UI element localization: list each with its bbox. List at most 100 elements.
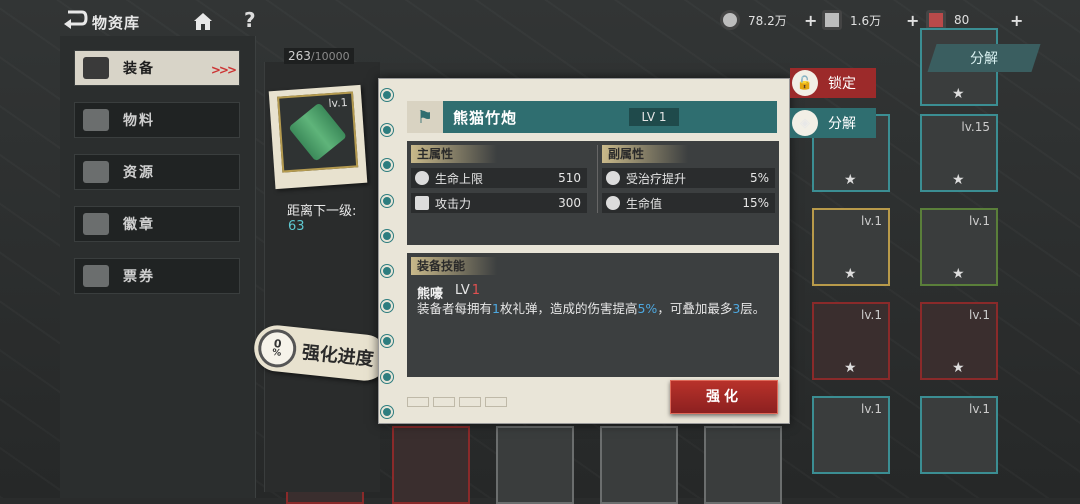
skill-name: 熊嚎: [417, 287, 444, 302]
sidebar-item-label: 徽章: [123, 217, 155, 233]
progress-label: 强化进度: [300, 342, 375, 371]
sidebar-item-tickets[interactable]: 票券: [74, 258, 240, 294]
inventory-count-value: 263: [288, 49, 311, 63]
help-button[interactable]: ?: [244, 8, 256, 32]
attr-value: 510: [558, 171, 581, 185]
card-level: lv.1: [969, 214, 990, 228]
sidebar-item-badges[interactable]: 徽章: [74, 206, 240, 242]
sidebar-item-label: 资源: [123, 165, 155, 181]
attr-name: 生命上限: [435, 171, 484, 186]
inventory-count: 263/10000: [284, 48, 354, 64]
attr-value: 5%: [749, 171, 769, 185]
currency-coin: 78.2万 +: [720, 8, 817, 32]
page-title: 物资库: [92, 14, 141, 32]
back-arrow-icon: [64, 10, 88, 29]
attr-name: 生命值: [626, 196, 663, 211]
sidebar-item-equipment[interactable]: 装备 >>>: [74, 50, 240, 86]
sidebar-item-materials[interactable]: 物料: [74, 102, 240, 138]
heart-icon: [606, 196, 620, 210]
star-icon: ★: [952, 360, 965, 376]
attr-value: 15%: [742, 196, 769, 210]
desc-text: 层。: [740, 301, 766, 316]
equipment-icon: [83, 57, 109, 79]
detail-content: ⚑ 熊猫竹炮 LV 1 主属性 生命上限 510 攻击力 300 副属性 受治疗…: [403, 87, 779, 385]
star-icon: ★: [952, 266, 965, 282]
skill-level: LV 1: [455, 283, 480, 298]
selected-item-card: lv.1: [268, 84, 368, 190]
attr-value: 300: [558, 196, 581, 210]
equipment-card[interactable]: [704, 426, 782, 504]
sub-attributes: 副属性 受治疗提升 5% 生命值 15%: [597, 145, 775, 213]
next-level-label: 距离下一级:: [287, 204, 357, 219]
equipment-card[interactable]: [600, 426, 678, 504]
card-level: lv.1: [861, 214, 882, 228]
progress-circle: 0 %: [256, 327, 299, 370]
decompose-button[interactable]: ◈ 分解: [790, 108, 876, 138]
card-level: lv.1: [861, 308, 882, 322]
star-icon: ★: [952, 172, 965, 188]
skill-level-number: 1: [471, 283, 480, 298]
item-detail-modal: ⚑ 熊猫竹炮 LV 1 主属性 生命上限 510 攻击力 300 副属性 受治疗…: [378, 78, 790, 424]
attr-row: 生命值 15%: [602, 193, 775, 213]
enhance-button[interactable]: 强化: [670, 380, 778, 414]
sub-attr-title: 副属性: [602, 145, 688, 163]
equipment-card[interactable]: lv.15 ★: [920, 114, 998, 192]
card-level: lv.15: [961, 120, 990, 134]
desc-highlight: 5%: [637, 301, 658, 316]
star-icon: ★: [844, 172, 857, 188]
star-icon: ★: [844, 360, 857, 376]
item-name: 熊猫竹炮: [453, 108, 518, 127]
attr-name: 攻击力: [435, 196, 472, 211]
decompose-label: 分解: [828, 116, 856, 132]
skill-panel: 装备技能 熊嚎 LV 1 装备者每拥有1枚礼弹，造成的伤害提高5%，可叠加最多3层…: [407, 253, 779, 377]
equipment-card[interactable]: lv.1: [812, 396, 890, 474]
sidebar: 装备 >>> 物料 资源 徽章 票券: [60, 36, 256, 498]
star-icon: ★: [844, 266, 857, 282]
lock-button[interactable]: 🔓 锁定: [790, 68, 876, 98]
equipment-card[interactable]: [392, 426, 470, 504]
selected-item-level: lv.1: [328, 95, 349, 111]
materials-icon: [83, 109, 109, 131]
add-coin-button[interactable]: +: [804, 11, 817, 30]
card-level: lv.1: [861, 402, 882, 416]
back-button[interactable]: [62, 8, 88, 32]
main-attr-title: 主属性: [411, 145, 497, 163]
attr-row: 受治疗提升 5%: [602, 168, 775, 188]
sidebar-item-label: 装备: [123, 61, 155, 77]
home-button[interactable]: [192, 10, 214, 32]
decompose-all-button[interactable]: 分解: [927, 44, 1041, 72]
equipment-card[interactable]: lv.1 ★: [920, 302, 998, 380]
progress-unit: %: [271, 347, 282, 359]
skill-level-prefix: LV: [455, 283, 470, 298]
active-arrows: >>>: [210, 63, 237, 77]
resources-icon: [83, 161, 109, 183]
desc-text: ，可叠加最多: [657, 301, 733, 316]
desc-highlight: 1: [492, 301, 500, 316]
add-gem-button[interactable]: +: [1010, 11, 1023, 30]
ticket-icon: [822, 10, 842, 30]
attr-name: 受治疗提升: [626, 171, 687, 186]
equipment-card[interactable]: lv.1: [920, 396, 998, 474]
flag-icon: ⚑: [407, 101, 443, 133]
heart-icon: [415, 171, 429, 185]
next-level-value: 63: [288, 219, 305, 234]
decorative-stamps: [407, 397, 557, 411]
equipment-card[interactable]: [496, 426, 574, 504]
currency-ticket: 1.6万 +: [822, 8, 919, 32]
sidebar-item-resources[interactable]: 资源: [74, 154, 240, 190]
bamboo-cannon-icon: [288, 102, 348, 162]
main-attributes: 主属性 生命上限 510 攻击力 300: [411, 145, 587, 213]
currency-value: 1.6万: [850, 13, 882, 28]
desc-text: 枚礼弹，造成的伤害提高: [499, 301, 638, 316]
sidebar-item-label: 物料: [123, 113, 155, 129]
item-name-bar: ⚑ 熊猫竹炮 LV 1: [407, 101, 777, 133]
equipment-card[interactable]: lv.1 ★: [812, 302, 890, 380]
card-level: lv.1: [969, 402, 990, 416]
attr-row: 攻击力 300: [411, 193, 587, 213]
attr-row: 生命上限 510: [411, 168, 587, 188]
add-ticket-button[interactable]: +: [906, 11, 919, 30]
card-level: lv.1: [969, 308, 990, 322]
badge-icon: [83, 213, 109, 235]
equipment-card[interactable]: lv.1 ★: [920, 208, 998, 286]
equipment-card[interactable]: lv.1 ★: [812, 208, 890, 286]
